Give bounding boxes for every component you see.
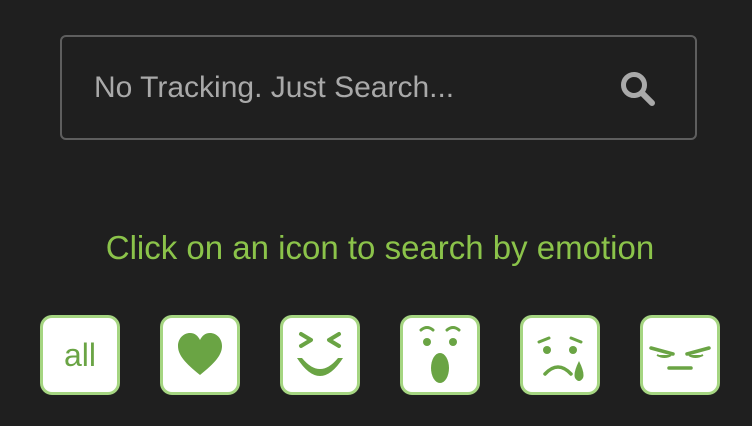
surprised-face-icon xyxy=(419,326,461,383)
heart-icon xyxy=(178,333,222,375)
all-icon: all xyxy=(63,337,96,373)
emotion-surprised-button[interactable] xyxy=(400,315,480,395)
emotion-icon-row: all xyxy=(0,315,752,395)
emotion-all-button[interactable]: all xyxy=(40,315,120,395)
search-input[interactable] xyxy=(94,37,594,138)
emotion-happy-button[interactable] xyxy=(280,315,360,395)
search-icon xyxy=(621,72,655,106)
emotion-love-button[interactable] xyxy=(160,315,240,395)
search-button[interactable] xyxy=(619,70,657,108)
emotion-angry-button[interactable] xyxy=(640,315,720,395)
search-bar xyxy=(60,35,697,140)
emotion-search-headline: Click on an icon to search by emotion xyxy=(105,229,655,266)
angry-face-icon xyxy=(649,346,711,370)
page: Click on an icon to search by emotion al… xyxy=(0,0,752,426)
emotion-sad-button[interactable] xyxy=(520,315,600,395)
crying-face-icon xyxy=(537,336,584,381)
laughing-face-icon xyxy=(297,332,343,376)
